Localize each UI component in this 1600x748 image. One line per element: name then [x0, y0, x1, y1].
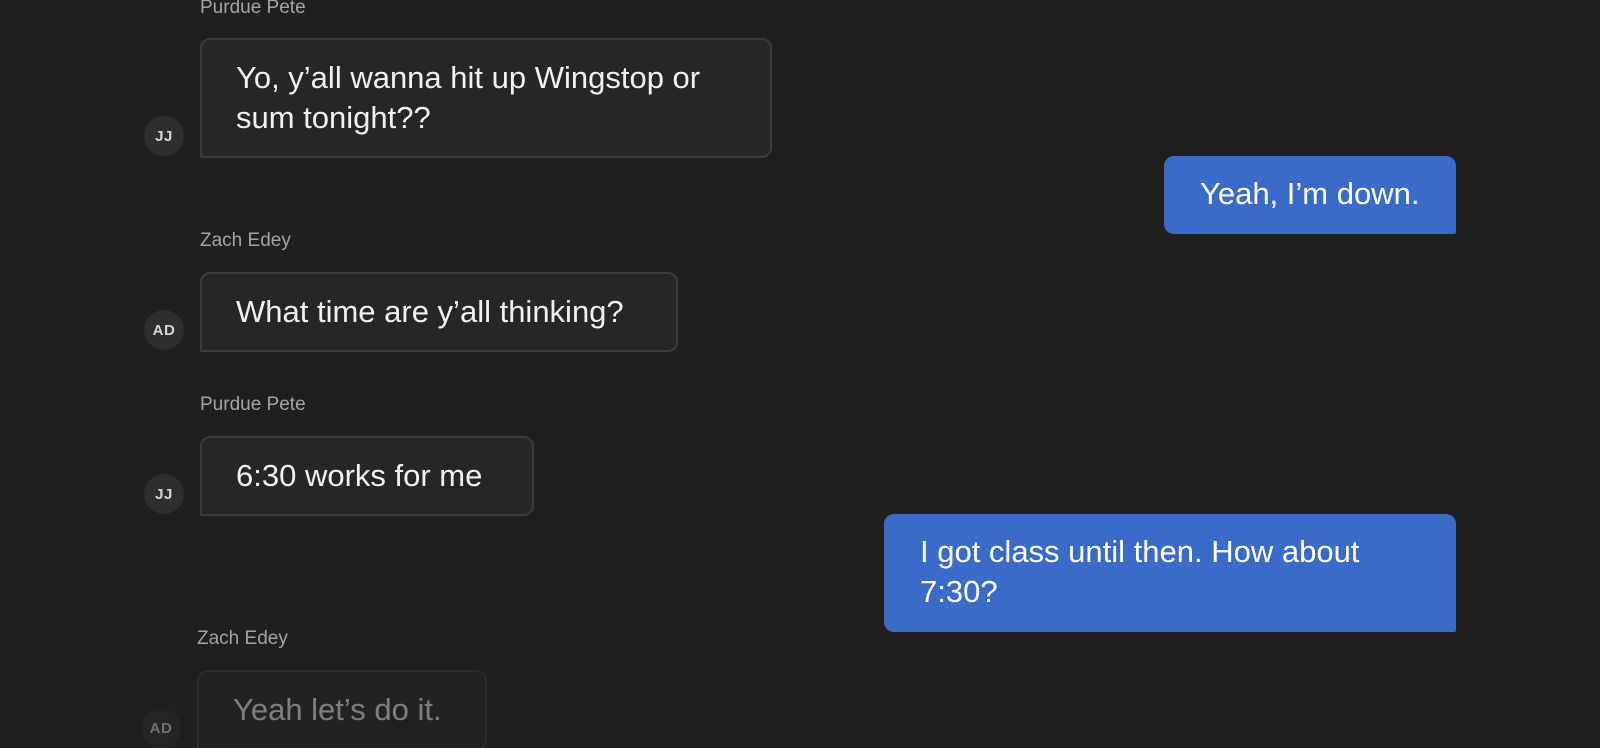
message-text: Yo, y’all wanna hit up Wingstop or sum t…: [236, 60, 701, 135]
sender-name: Purdue Pete: [200, 394, 306, 415]
chat-thread[interactable]: Purdue Pete JJ Yo, y’all wanna hit up Wi…: [0, 0, 1600, 748]
message-text: I got class until then. How about 7:30?: [920, 534, 1360, 609]
sender-name: Zach Edey: [197, 628, 288, 649]
avatar[interactable]: JJ: [144, 474, 184, 514]
avatar[interactable]: AD: [141, 708, 181, 748]
avatar[interactable]: JJ: [144, 116, 184, 156]
message-text: Yeah, I’m down.: [1200, 176, 1420, 211]
incoming-message-bubble[interactable]: Yo, y’all wanna hit up Wingstop or sum t…: [200, 38, 772, 158]
incoming-message-bubble[interactable]: What time are y’all thinking?: [200, 272, 678, 352]
message-text: 6:30 works for me: [236, 458, 483, 493]
message-text: What time are y’all thinking?: [236, 294, 624, 329]
sender-name: Purdue Pete: [200, 0, 306, 18]
sender-name: Zach Edey: [200, 230, 291, 251]
outgoing-message-bubble[interactable]: Yeah, I’m down.: [1164, 156, 1456, 234]
outgoing-message-bubble[interactable]: I got class until then. How about 7:30?: [884, 514, 1456, 632]
incoming-message-bubble[interactable]: Yeah let’s do it.: [197, 670, 487, 748]
avatar[interactable]: AD: [144, 310, 184, 350]
incoming-message-bubble[interactable]: 6:30 works for me: [200, 436, 534, 516]
message-text: Yeah let’s do it.: [233, 692, 442, 727]
